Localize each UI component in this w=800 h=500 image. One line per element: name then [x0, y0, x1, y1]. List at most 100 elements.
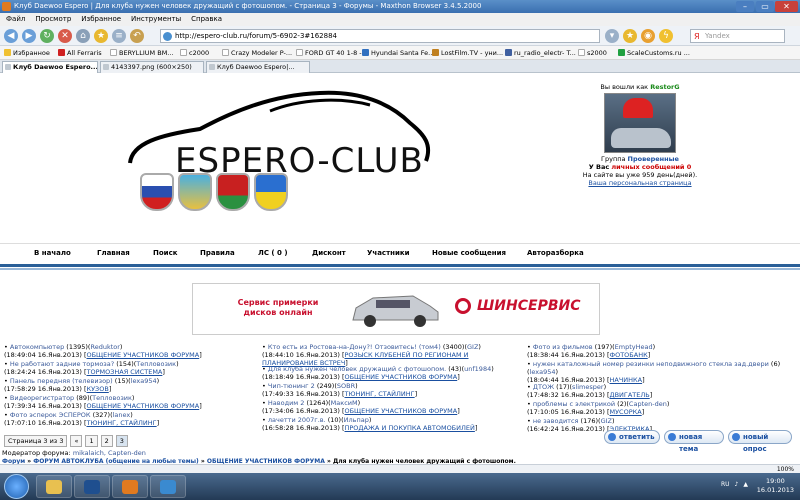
section-link[interactable]: ОБЩЕНИЕ УЧАСТНИКОВ ФОРУМА: [86, 402, 199, 410]
bookmark-beryllium[interactable]: BERYLLIUM BM...: [110, 46, 174, 59]
bookmark-c2000[interactable]: c2000: [180, 46, 209, 59]
new-poll-button[interactable]: новый опрос: [728, 430, 792, 453]
section-link[interactable]: НАЧИНКА: [609, 376, 642, 384]
topic-link[interactable]: Для клуба нужен человек дружащий с фотош…: [268, 365, 446, 373]
section-link[interactable]: КУЗОВ: [86, 385, 108, 393]
menu-file[interactable]: Файл: [6, 13, 25, 26]
topic-link[interactable]: Не работают задние тормоза?: [10, 360, 114, 368]
section-link[interactable]: ОБЩЕНИЕ УЧАСТНИКОВ ФОРУМА: [86, 351, 199, 359]
pager-prev[interactable]: «: [70, 435, 83, 447]
bookmark-scalecustoms[interactable]: ScaleCustoms.ru ...: [618, 46, 690, 59]
nav-search[interactable]: Поиск: [153, 249, 177, 257]
username-link[interactable]: RestorG: [650, 83, 679, 91]
minimize-button[interactable]: –: [736, 1, 754, 12]
bookmark-crazy-modeler[interactable]: Crazy Modeler P-...: [222, 46, 292, 59]
forward-icon[interactable]: ▶: [22, 29, 36, 43]
pager-page-3[interactable]: 3: [115, 435, 128, 447]
topic-link[interactable]: Панель передняя (телевизор): [10, 377, 113, 385]
user-avatar[interactable]: [604, 93, 676, 153]
personal-page-link[interactable]: Ваша персональная страница: [575, 179, 705, 187]
nav-private-messages[interactable]: ЛС ( 0 ): [258, 249, 288, 257]
new-topic-button[interactable]: новая тема: [664, 430, 724, 453]
topic-user-link[interactable]: Тепловозик: [136, 360, 176, 368]
tab-espero-club-2[interactable]: Клуб Daewoo Espero|...: [206, 61, 310, 73]
bookmark-all-ferraris[interactable]: All Ferraris: [58, 46, 102, 59]
volume-icon[interactable]: ♪: [735, 481, 739, 488]
network-icon[interactable]: ▲: [743, 481, 748, 488]
search-input[interactable]: Я Yandex: [690, 29, 785, 43]
nav-home-start[interactable]: В начало: [34, 249, 71, 257]
topic-user-link[interactable]: lanex: [113, 411, 131, 419]
taskbar-photoshop[interactable]: [74, 475, 110, 498]
topic-user-link[interactable]: GIZ: [467, 343, 478, 351]
topic-user-link[interactable]: Reduktor: [90, 343, 119, 351]
topic-link[interactable]: проблемы с электрикой: [533, 400, 615, 408]
bookmark-lostfilm[interactable]: LostFilm.TV - уни...: [432, 46, 503, 59]
section-link[interactable]: ТЮНИНГ, СТАЙЛИНГ: [344, 390, 414, 398]
maximize-button[interactable]: ▭: [756, 1, 774, 12]
site-logo[interactable]: ESPERO-CLUB: [120, 83, 440, 243]
topic-link[interactable]: Фото из фильмов: [533, 343, 593, 351]
menu-help[interactable]: Справка: [191, 13, 222, 26]
nav-new-messages[interactable]: Новые сообщения: [432, 249, 506, 257]
refresh-icon[interactable]: ↻: [40, 29, 54, 43]
topic-link[interactable]: ДТОЖ: [533, 383, 554, 391]
topic-user-link[interactable]: EmptyHead: [615, 343, 653, 351]
section-link[interactable]: ПРОДАЖА И ПОКУПКА АВТОМОБИЛЕЙ: [344, 424, 474, 432]
clock[interactable]: 19:00 16.01.2013: [757, 477, 794, 495]
bookmark-ford-gt40[interactable]: FORD GT 40 1-8 -...: [296, 46, 368, 59]
topic-link[interactable]: Фото эсперок ЭСПЕРОК: [10, 411, 91, 419]
section-link[interactable]: ФОТОБАНК: [609, 351, 647, 359]
section-link[interactable]: ОБЩЕНИЕ УЧАСТНИКОВ ФОРУМА: [344, 373, 457, 381]
lightning-icon[interactable]: ϟ: [659, 29, 673, 43]
nav-members[interactable]: Участники: [367, 249, 410, 257]
topic-user-link[interactable]: Capten-den: [629, 400, 667, 408]
advert-banner[interactable]: Сервис примерки дисков онлайн ШИНСЕРВИС: [192, 283, 600, 335]
favorites-star-icon[interactable]: ★: [94, 29, 108, 43]
home-icon[interactable]: ⌂: [76, 29, 90, 43]
topic-user-link[interactable]: GIZ: [601, 417, 612, 425]
topic-user-link[interactable]: slimesper: [572, 383, 604, 391]
nav-discount[interactable]: Дисконт: [312, 249, 346, 257]
stop-icon[interactable]: ✕: [58, 29, 72, 43]
undo-close-icon[interactable]: ↶: [130, 29, 144, 43]
topic-user-link[interactable]: SOBR: [337, 382, 355, 390]
menu-tools[interactable]: Инструменты: [131, 13, 181, 26]
history-icon[interactable]: ≡: [112, 29, 126, 43]
topic-link[interactable]: не заводится: [533, 417, 579, 425]
taskbar-media[interactable]: [112, 475, 148, 498]
pager-page-1[interactable]: 1: [85, 435, 98, 447]
reply-button[interactable]: ответить: [604, 430, 660, 444]
topic-user-link[interactable]: Тепловозик: [92, 394, 132, 402]
menu-favorites[interactable]: Избранное: [81, 13, 121, 26]
taskbar-explorer[interactable]: [36, 475, 72, 498]
topic-link[interactable]: Автокомпьютер: [10, 343, 64, 351]
bookmark-add-icon[interactable]: ★: [623, 29, 637, 43]
bookmark-ru-radio[interactable]: ru_radio_electr- T...: [505, 46, 576, 59]
topic-link[interactable]: Чип-тюнинг 2: [268, 382, 315, 390]
taskbar-maxthon[interactable]: [150, 475, 186, 498]
bookmark-favorites[interactable]: Избранное: [4, 46, 50, 59]
topic-link[interactable]: нужен каталожный номер резинки неподвижн…: [533, 360, 769, 368]
tab-espero-club[interactable]: Клуб Daewoo Espero...: [2, 61, 98, 73]
dropdown-icon[interactable]: ▾: [605, 29, 619, 43]
section-link[interactable]: ТОРМОЗНАЯ СИСТЕМА: [86, 368, 162, 376]
private-messages-link[interactable]: личных сообщений 0: [611, 163, 691, 171]
topic-link[interactable]: Наводим 2: [268, 399, 305, 407]
topic-user-link[interactable]: lexa954: [131, 377, 157, 385]
moderators-names[interactable]: mikalaich, Capten-den: [73, 449, 146, 457]
menu-view[interactable]: Просмотр: [35, 13, 71, 26]
nav-rules[interactable]: Правила: [200, 249, 235, 257]
bookmark-s2000[interactable]: s2000: [578, 46, 607, 59]
back-icon[interactable]: ◀: [4, 29, 18, 43]
start-button[interactable]: [4, 474, 29, 499]
close-button[interactable]: ✕: [775, 1, 798, 12]
tab-image-png[interactable]: 4143397.png (600×250): [100, 61, 204, 73]
pager-page-2[interactable]: 2: [100, 435, 113, 447]
tray-lang[interactable]: RU: [721, 481, 730, 488]
topic-user-link[interactable]: Ильпар: [344, 416, 369, 424]
topic-user-link[interactable]: lexa954: [530, 368, 556, 376]
section-link[interactable]: МУСОРКА: [609, 408, 641, 416]
topic-user-link[interactable]: unf1984: [464, 365, 491, 373]
topic-user-link[interactable]: МаксиМ: [331, 399, 358, 407]
